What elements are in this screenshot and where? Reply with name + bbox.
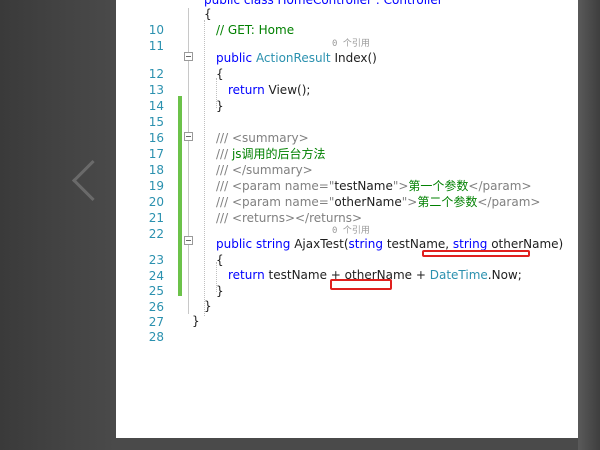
code-line-26: 26 }	[116, 283, 578, 314]
brace: {	[204, 7, 212, 21]
code-line-22: 22 /// <returns></returns>	[116, 210, 578, 241]
brace: {	[216, 253, 224, 267]
brace: }	[216, 284, 224, 298]
code-editor[interactable]: public class HomeController : Controller…	[116, 0, 578, 438]
code-line-27: 27 }	[116, 298, 578, 329]
xml-doc-comment: /// js调用的后台方法	[216, 147, 326, 161]
code-line-17: 17 /// <summary>	[116, 130, 578, 161]
code-line-18: 18 /// js调用的后台方法	[116, 146, 578, 177]
code-line-16: 16	[116, 114, 578, 145]
code-line-20: 20 /// <param name="testName">第一个参数</par…	[116, 178, 578, 209]
code-line-19: 19 /// </summary>	[116, 162, 578, 193]
code-line-11: 11 // GET: Home	[116, 22, 578, 53]
code-line-12: 12 public ActionResult Index()	[116, 50, 578, 81]
bottom-bar	[116, 438, 578, 450]
xml-doc-comment: /// </summary>	[216, 163, 313, 177]
right-dark-panel	[578, 0, 600, 450]
code-line-21: 21 /// <param name="otherName">第二个参数</pa…	[116, 194, 578, 225]
brace: }	[204, 299, 212, 313]
brace: }	[216, 99, 224, 113]
comment: // GET: Home	[216, 23, 295, 37]
xml-doc-comment: /// <summary>	[216, 131, 309, 145]
method-signature: public ActionResult Index()	[216, 51, 377, 65]
code-line-14: 14 return View();	[116, 82, 578, 113]
code-line-24: 24 {	[116, 252, 578, 283]
brace: }	[192, 314, 200, 328]
left-dark-panel	[0, 0, 116, 450]
xml-doc-param: /// <param name="otherName">第二个参数</param…	[216, 195, 541, 209]
code-line-28: 28 }	[116, 313, 578, 344]
brace: {	[216, 67, 224, 81]
xml-doc-param: /// <param name="testName">第一个参数</param>	[216, 179, 532, 193]
xml-doc-comment: /// <returns></returns>	[216, 211, 363, 225]
code-line-13: 13 {	[116, 66, 578, 97]
line-number: 28	[148, 330, 164, 344]
code-line-10: 10 {	[116, 6, 578, 37]
reference-hint[interactable]: 0 个引用	[332, 38, 370, 50]
return-statement: return View();	[228, 83, 311, 97]
code-line-15: 15 }	[116, 98, 578, 129]
